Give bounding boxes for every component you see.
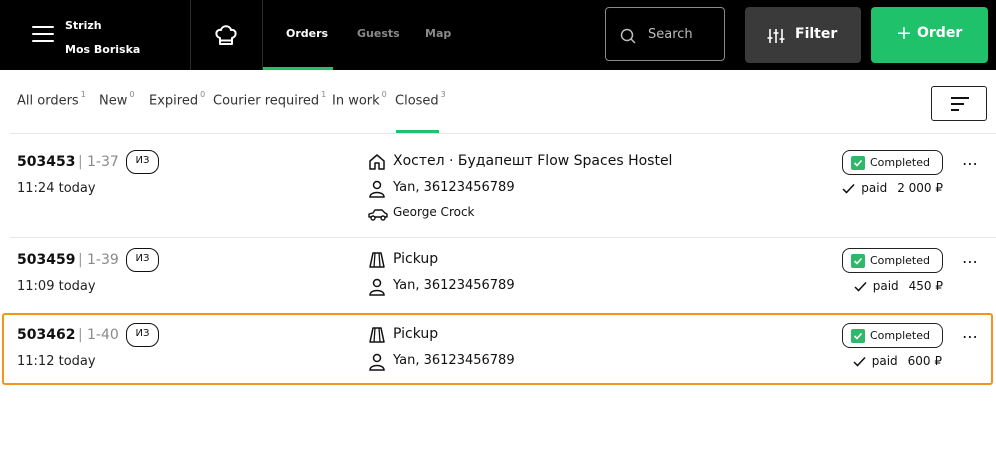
new-order-button[interactable]: + Order [871,7,988,63]
order-slot: 1-39 [87,252,119,268]
top-bar: Strizh Mos Boriska Orders Guests Map Sea… [0,0,996,70]
more-options-icon[interactable]: ⋯ [962,252,979,271]
check-box-icon [851,329,865,343]
order-amount: 600 ₽ [907,354,942,368]
order-type-badge: ИЗ [126,323,159,347]
order-address: Pickup [393,326,439,342]
order-label: Order [917,25,963,41]
order-id: 503459 [17,252,76,268]
order-id: 503453 [17,154,76,170]
status-badge: Completed [842,323,943,348]
search-icon [620,28,636,44]
user-icon [369,353,385,371]
payment-info: paid 2 000 ₽ [842,181,943,195]
order-courier: George Crock [393,205,475,219]
user-icon [369,278,385,296]
status-tab-new[interactable]: New 0 [99,90,134,108]
venue-line-2: Mos Boriska [65,43,141,56]
user-icon [369,180,385,198]
order-time: 11:24 today [17,181,96,196]
tab-orders[interactable]: Orders [286,27,328,40]
tab-guests[interactable]: Guests [357,27,400,40]
status-tab-courier-required[interactable]: Courier required 1 [213,90,326,108]
status-tab-expired[interactable]: Expired 0 [149,90,205,108]
order-slot: 1-40 [87,327,119,343]
more-options-icon[interactable]: ⋯ [962,154,979,173]
filter-button[interactable]: Filter [745,7,861,63]
order-slot: 1-37 [87,154,119,170]
house-icon [369,154,385,170]
status-tab-all-orders[interactable]: All orders 1 [17,90,86,108]
divider [262,0,263,70]
paid-label: paid [872,279,899,293]
car-icon [368,209,388,221]
pickup-icon [369,252,385,268]
order-separator: | [78,154,83,170]
status-tab-in-work[interactable]: In work 0 [332,90,387,108]
payment-info: paid 600 ₽ [853,354,942,368]
order-time: 11:12 today [17,354,96,369]
order-address: Хостел · Будапешт Flow Spaces Hostel [393,153,673,169]
order-amount: 2 000 ₽ [897,181,943,195]
checkmark-icon [842,183,855,194]
paid-label: paid [861,181,888,195]
order-type-badge: ИЗ [126,248,159,272]
venue-name[interactable]: Strizh Mos Boriska [65,14,140,62]
chef-hat-icon[interactable] [212,21,240,49]
order-type-badge: ИЗ [126,150,159,174]
paid-label: paid [871,354,898,368]
status-tab-closed[interactable]: Closed 3 [395,90,446,108]
order-address: Pickup [393,251,439,267]
sort-button[interactable] [931,86,987,121]
order-client: Yan, 36123456789 [393,278,515,293]
active-tab-indicator [263,67,333,70]
order-id: 503462 [17,327,76,343]
divider [190,0,191,70]
order-row-selected[interactable]: 503462 | 1-40 ИЗ 11:12 today Pickup Yan,… [2,313,993,385]
order-time: 11:09 today [17,279,96,294]
plus-icon: + [896,22,912,44]
search-placeholder: Search [648,27,693,42]
check-box-icon [851,156,865,170]
venue-line-1: Strizh [65,19,102,32]
sort-icon [951,97,969,99]
check-box-icon [851,254,865,268]
order-client: Yan, 36123456789 [393,180,515,195]
order-amount: 450 ₽ [908,279,943,293]
order-row[interactable]: 503459 | 1-39 ИЗ 11:09 today Pickup Yan,… [0,238,996,312]
order-separator: | [78,327,83,343]
sliders-icon [767,29,785,43]
status-badge: Completed [842,150,943,175]
checkmark-icon [853,356,866,367]
payment-info: paid 450 ₽ [854,279,943,293]
menu-icon[interactable] [32,26,54,44]
more-options-icon[interactable]: ⋯ [962,327,979,346]
status-badge: Completed [842,248,943,273]
checkmark-icon [854,281,867,292]
pickup-icon [369,327,385,343]
order-separator: | [78,252,83,268]
order-client: Yan, 36123456789 [393,353,515,368]
search-input[interactable]: Search [605,7,725,61]
tab-map[interactable]: Map [425,27,451,40]
filter-label: Filter [795,26,838,42]
order-row[interactable]: 503453 | 1-37 ИЗ 11:24 today Хостел · Бу… [0,134,996,237]
